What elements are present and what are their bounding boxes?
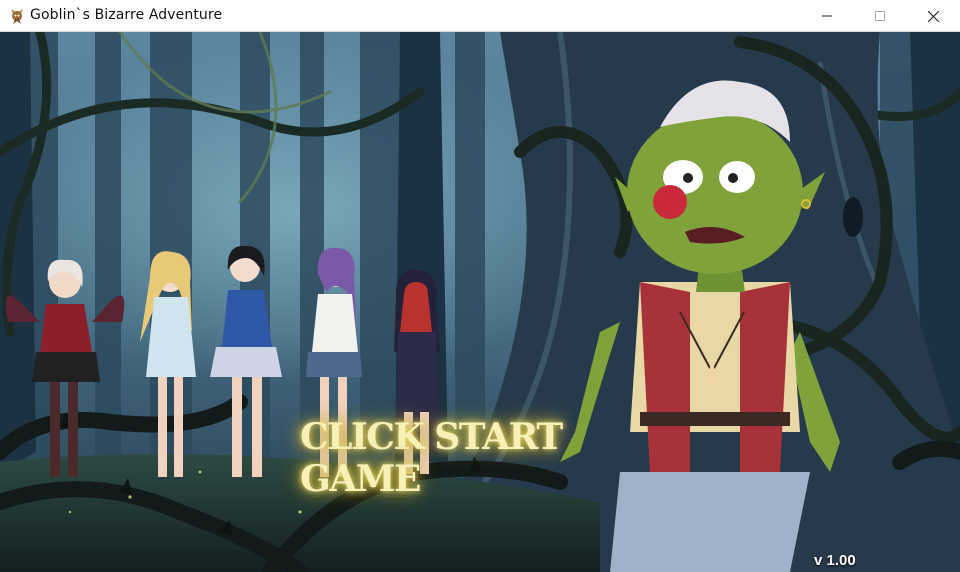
title-bar[interactable]: Goblin`s Bizarre Adventure: [0, 0, 960, 32]
maximize-icon: [875, 11, 885, 21]
click-start-game-button[interactable]: CLICK START GAME: [300, 416, 660, 500]
goblin-app-icon: [11, 9, 23, 24]
version-label: v 1.00: [814, 552, 856, 569]
close-icon: [927, 10, 939, 22]
window-title: Goblin`s Bizarre Adventure: [30, 7, 223, 23]
maximize-button[interactable]: [857, 0, 903, 32]
close-button[interactable]: [910, 0, 956, 32]
minimize-icon: [822, 15, 832, 17]
minimize-button[interactable]: [804, 0, 850, 32]
title-screen[interactable]: CLICK START GAME v 1.00: [0, 32, 960, 572]
